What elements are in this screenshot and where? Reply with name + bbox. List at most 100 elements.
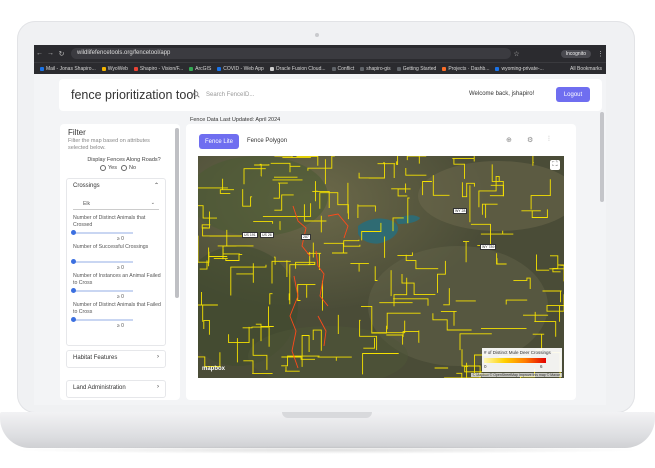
forward-icon[interactable]: → (45, 50, 56, 57)
bookmark-label: Getting Started (402, 65, 437, 72)
land-admin-title: Land Administration (73, 385, 126, 391)
settings-icon[interactable]: ⚙ (527, 136, 533, 144)
laptop-shadow (10, 446, 645, 454)
no-radio[interactable] (120, 165, 127, 171)
bookmark-label: Mail - Jonas Shapiro... (46, 65, 96, 72)
criteria-threshold: ≥ 0 (117, 294, 124, 300)
bookmark-label: ArcGIS (195, 65, 212, 72)
bookmark-item[interactable]: COVID - Web App (217, 65, 264, 72)
road-label: US 191 (242, 232, 258, 238)
filter-title: Filter (68, 128, 86, 137)
species-select[interactable]: Elk ⌄ (73, 199, 159, 210)
bookmark-icon (360, 66, 365, 71)
search-icon (193, 91, 200, 98)
legend-title: # of Distinct Mule Deer Crossings (484, 350, 551, 355)
road-label: WY 28 (453, 208, 468, 214)
app-header: fence prioritization tool Search FenceID… (59, 79, 602, 111)
bookmark-label: COVID - Web App (223, 65, 264, 72)
locate-icon[interactable]: ⊕ (506, 136, 512, 144)
fence-map[interactable] (198, 156, 564, 378)
criteria-slider[interactable] (71, 259, 133, 264)
bookmark-icon (189, 66, 194, 71)
bookmark-item[interactable]: ArcGIS (189, 66, 211, 72)
chevron-up-icon[interactable]: ⌃ (154, 182, 159, 189)
bookmark-label: WyoWeb (107, 65, 128, 72)
fullscreen-icon[interactable]: ⛶ (550, 160, 560, 170)
sidebar-scrollbar[interactable] (175, 128, 179, 394)
legend-max: 6 (540, 364, 543, 369)
fence-data-date: Fence Data Last Updated: April 2024 (190, 117, 281, 123)
menu-icon[interactable]: ⋮ (595, 50, 606, 58)
tab-fence-polygon[interactable]: Fence Polygon (247, 138, 287, 144)
bookmark-label: Shapiro - Vision/F... (139, 65, 184, 72)
bookmark-icon (217, 66, 222, 71)
chart-icon[interactable]: ⫶ (548, 136, 550, 144)
camera-icon (315, 33, 319, 37)
crossings-panel: Crossings ⌃ Elk ⌄ Number of Distinct Ani… (66, 178, 166, 346)
search-input[interactable]: Search FenceID... (206, 92, 254, 98)
criteria-threshold: ≥ 0 (117, 265, 124, 271)
reload-icon[interactable]: ↻ (56, 50, 67, 58)
habitat-title: Habitat Features (73, 355, 118, 361)
yes-radio[interactable] (100, 165, 106, 171)
criteria-slider[interactable] (71, 230, 133, 235)
tab-fence-lite[interactable]: Fence Lite (199, 134, 239, 149)
slider-handle[interactable] (71, 288, 76, 293)
criteria-slider[interactable] (71, 317, 133, 322)
back-icon[interactable]: ← (34, 50, 45, 57)
bookmark-label: Oracle Fusion Cloud... (275, 65, 326, 72)
criteria-label: Number of Instances an Animal Failed to … (73, 273, 161, 286)
screen: ← → ↻ wildlifefencetools.org/fencetool/a… (34, 45, 606, 405)
bookmark-icon (331, 66, 336, 71)
roads-question: Display Fences Along Roads? (87, 157, 161, 163)
habitat-panel[interactable]: Habitat Features › (66, 350, 166, 368)
bookmark-label: Conflict (337, 65, 355, 72)
bookmark-item[interactable]: Conflict (331, 65, 355, 72)
page-scrollbar[interactable] (600, 112, 604, 402)
slider-handle[interactable] (71, 317, 76, 322)
criteria-label: Number of Distinct Animals that Failed t… (73, 302, 161, 315)
filter-sidebar: Filter Filter the map based on attribute… (60, 124, 180, 400)
address-bar[interactable]: wildlifefencetools.org/fencetool/app (71, 48, 511, 59)
bookmark-icon (495, 66, 500, 71)
bookmark-item[interactable]: Shapiro - Vision/F... (133, 65, 184, 72)
laptop-notch (282, 412, 372, 418)
land-admin-panel[interactable]: Land Administration › (66, 380, 166, 398)
species-value: Elk (83, 201, 90, 207)
bookmark-label: shapiro-gis (366, 65, 391, 72)
bookmark-item[interactable]: shapiro-gis (360, 65, 391, 72)
map-view[interactable]: US 191 US 26 287 WY 28 WY 789 ⛶ # of Dis… (198, 156, 564, 378)
map-panel: Fence Lite Fence Polygon ⊕ ⚙ ⫶ US 191 US… (186, 124, 576, 400)
app-page: fence prioritization tool Search FenceID… (34, 74, 606, 405)
criteria-label: Number of Successful Crossings (73, 244, 149, 250)
road-label: WY 789 (480, 244, 497, 250)
criteria-threshold: ≥ 0 (117, 236, 124, 242)
search-bar[interactable]: Search FenceID... (193, 91, 254, 98)
bookmark-label: wyoming-private-... (501, 65, 544, 72)
criteria-slider[interactable] (71, 288, 133, 293)
bookmark-item[interactable]: Projects · Dashb... (442, 66, 489, 72)
chevron-down-icon: ⌄ (150, 200, 155, 206)
bookmark-icon (269, 66, 274, 71)
crossings-title[interactable]: Crossings (73, 183, 100, 189)
bookmark-icon (40, 66, 44, 71)
bookmark-icon (101, 66, 106, 71)
bookmark-item[interactable]: WyoWeb (101, 65, 128, 72)
browser-toolbar: ← → ↻ wildlifefencetools.org/fencetool/a… (34, 45, 606, 62)
bookmark-item[interactable]: wyoming-private-... (495, 65, 544, 72)
slider-handle[interactable] (71, 230, 76, 235)
bookmark-item[interactable]: Oracle Fusion Cloud... (269, 65, 326, 72)
slider-handle[interactable] (71, 259, 76, 264)
mapbox-logo[interactable]: mapbox (202, 366, 225, 372)
bookmark-icon (442, 66, 447, 71)
bookmark-item[interactable]: Getting Started (396, 65, 437, 72)
criteria-label: Number of Distinct Animals that Crossed (73, 215, 146, 228)
all-bookmarks[interactable]: All Bookmarks (570, 66, 602, 72)
map-attribution[interactable]: © Mapbox © OpenStreetMap Improve this ma… (470, 373, 562, 377)
star-icon[interactable]: ☆ (511, 50, 522, 58)
criteria-threshold: ≥ 0 (117, 323, 124, 329)
chevron-right-icon: › (157, 354, 159, 360)
bookmark-item[interactable]: Mail - Jonas Shapiro... (40, 66, 96, 72)
logout-button[interactable]: Logout (556, 87, 590, 102)
incognito-badge[interactable]: Incognito (560, 49, 591, 58)
